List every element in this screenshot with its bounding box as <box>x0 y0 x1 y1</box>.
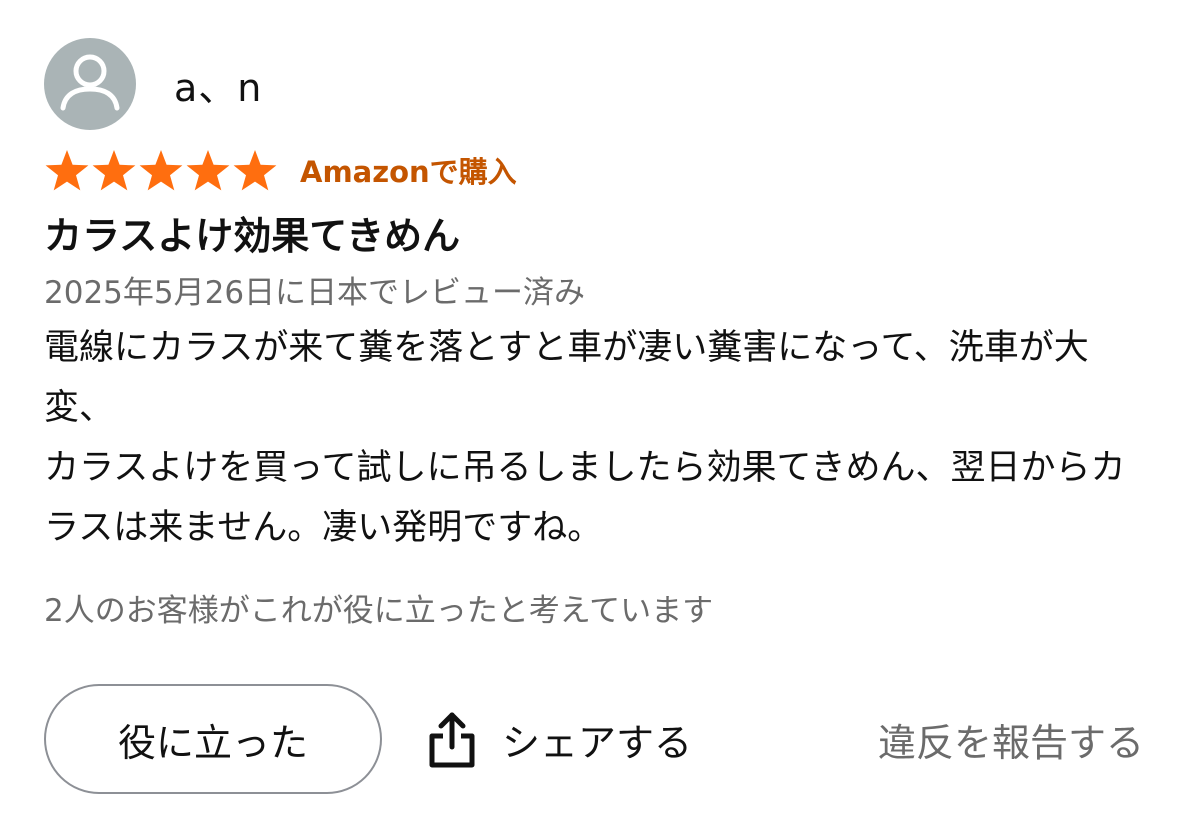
person-icon <box>60 54 120 111</box>
star-icon <box>233 150 277 191</box>
review-body: 電線にカラスが来て糞を落とすと車が凄い糞害になって、洗車が大変、 カラスよけを買… <box>44 318 1144 558</box>
report-abuse-link[interactable]: 違反を報告する <box>878 712 1144 767</box>
star-icon <box>139 150 183 191</box>
verified-purchase-badge: Amazonで購入 <box>300 155 517 189</box>
helpful-count: 2人のお客様がこれが役に立ったと考えています <box>44 593 714 629</box>
reviewer-header: a、n <box>44 36 1144 132</box>
reviewer-name[interactable]: a、n <box>174 57 262 112</box>
review-title[interactable]: カラスよけ効果てきめん <box>44 208 1144 264</box>
share-label: シェアする <box>502 720 693 765</box>
review-card: a、n Amazonで購入 カラスよけ効果てきめん 2025年5月26日に日本で… <box>44 36 1144 634</box>
helpful-button[interactable]: 役に立った <box>44 684 382 794</box>
rating-row: Amazonで購入 <box>44 148 1144 192</box>
star-rating[interactable] <box>44 148 278 192</box>
avatar[interactable] <box>44 38 136 130</box>
star-icon <box>92 150 136 191</box>
star-icon <box>186 150 230 191</box>
review-date: 2025年5月26日に日本でレビュー済み <box>44 275 586 311</box>
share-button[interactable]: シェアする <box>426 709 692 769</box>
review-body-line: カラスよけを買って試しに吊るしましたら効果てきめん、翌日からカラスは来ません。凄… <box>44 448 1126 548</box>
review-body-line: 電線にカラスが来て糞を落とすと車が凄い糞害になって、洗車が大変、 <box>44 328 1089 428</box>
share-icon <box>429 712 475 768</box>
review-actions: 役に立った シェアする 違反を報告する <box>44 682 1144 796</box>
star-icon <box>45 150 89 191</box>
